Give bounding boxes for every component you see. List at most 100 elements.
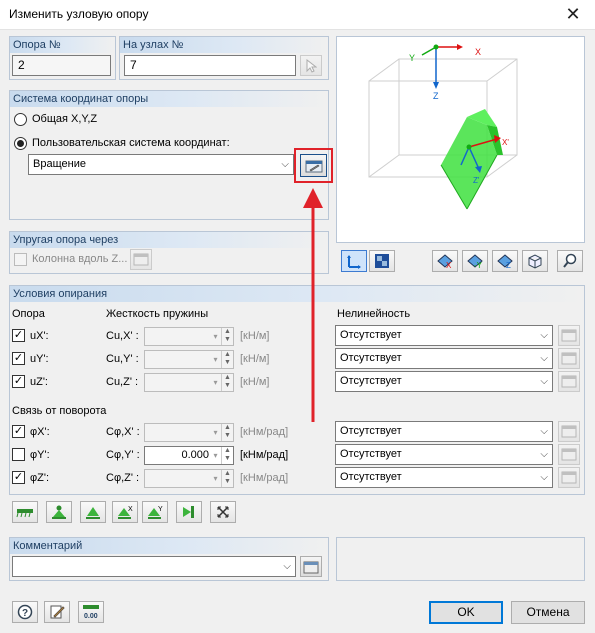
edit-dialog-icon (305, 160, 322, 172)
view-x-button[interactable]: X (432, 250, 458, 272)
display-icon (375, 254, 389, 268)
phix-nonlinearity-dropdown[interactable]: Отсутствует ⌵ (335, 421, 553, 442)
clamped-wall-button[interactable] (176, 501, 202, 523)
uy-stiffness-input[interactable]: ▾ ▲ ▼ (144, 350, 234, 369)
spinner-icon[interactable]: ▲ ▼ (221, 328, 233, 345)
units-text: 0.00 (84, 613, 98, 620)
roller-y-support-button[interactable]: Y (142, 501, 168, 523)
ok-button[interactable]: OK (429, 601, 503, 624)
column-checkbox[interactable] (14, 253, 27, 266)
roller-support-button[interactable] (80, 501, 106, 523)
ux-coef-label: Cu,X' : (106, 330, 139, 342)
spinner-icon[interactable]: ▲ ▼ (221, 374, 233, 391)
local-x-label: X' (502, 138, 509, 147)
elastic-support-label: Упругая опора через (10, 232, 328, 248)
free-support-button[interactable] (210, 501, 236, 523)
phix-label: φX': (30, 426, 50, 438)
comment-group: Комментарий ⌵ (9, 537, 329, 581)
view-z-button[interactable]: Z (492, 250, 518, 272)
phiy-nonlinearity-dropdown[interactable]: Отсутствует ⌵ (335, 444, 553, 465)
phiz-nonlinearity-dropdown[interactable]: Отсутствует ⌵ (335, 467, 553, 488)
coord-system-dropdown[interactable]: Вращение ⌵ (28, 154, 294, 175)
preview-graphic: X Y Z X' Z' (368, 44, 518, 210)
ux-checkbox[interactable]: ✓ (12, 329, 25, 342)
fixed-support-button[interactable] (12, 501, 38, 523)
view-y-icon: -Y (467, 254, 483, 269)
roller-x-support-button[interactable]: X (112, 501, 138, 523)
chevron-down-icon: ⌵ (540, 376, 548, 387)
phiz-nonlinearity-edit-button[interactable] (558, 467, 580, 488)
edit-coord-system-button[interactable] (300, 154, 327, 177)
close-icon[interactable]: ✕ (561, 3, 585, 27)
ux-stiffness-input[interactable]: ▾ ▲ ▼ (144, 327, 234, 346)
edit-notes-button[interactable] (44, 601, 70, 623)
units-button[interactable]: 0.00 (78, 601, 104, 623)
phix-checkbox[interactable]: ✓ (12, 425, 25, 438)
uy-checkbox[interactable]: ✓ (12, 352, 25, 365)
uy-nonlinearity-edit-button[interactable] (558, 348, 580, 369)
phix-nonlinearity-edit-button[interactable] (558, 421, 580, 442)
coord-system-group: Система координат опоры Общая X,Y,Z Поль… (9, 90, 333, 220)
phiy-nonlinearity-edit-button[interactable] (558, 444, 580, 465)
comment-dropdown[interactable]: ⌵ (12, 556, 296, 577)
pick-node-button[interactable] (300, 55, 322, 76)
chevron-down-icon: ⌵ (540, 330, 548, 341)
uz-nonlinearity-dropdown[interactable]: Отсутствует ⌵ (335, 371, 553, 392)
phiy-label: φY': (30, 449, 50, 461)
uz-stiffness-input[interactable]: ▾ ▲ ▼ (144, 373, 234, 392)
phiy-checkbox[interactable] (12, 448, 25, 461)
uy-label: uY': (30, 353, 49, 365)
spinner-icon[interactable]: ▲ ▼ (221, 470, 233, 487)
support-number-field[interactable]: 2 (12, 55, 111, 76)
chevron-down-icon: ⌵ (540, 449, 548, 460)
spinner-icon[interactable]: ▲ ▼ (221, 447, 233, 464)
phiy-stiffness-value: 0.000 (181, 449, 209, 461)
uz-checkbox[interactable]: ✓ (12, 375, 25, 388)
display-toggle-button[interactable] (369, 250, 395, 272)
axis-x-label: X (475, 47, 481, 57)
hinged-support-icon (52, 505, 66, 519)
isometric-view-button[interactable] (522, 250, 548, 272)
zoom-button[interactable] (557, 250, 583, 272)
phix-stiffness-input[interactable]: ▾ ▲ ▼ (144, 423, 234, 442)
svg-text:X: X (128, 506, 133, 513)
roller-y-support-icon: Y (148, 506, 163, 519)
3d-preview[interactable]: X Y Z X' Z' (336, 36, 585, 243)
comment-side-panel (336, 537, 585, 581)
phiy-stiffness-input[interactable]: 0.000 ▾ ▲ ▼ (144, 446, 234, 465)
global-coords-radio[interactable] (14, 113, 27, 126)
view-y-button[interactable]: -Y (462, 250, 488, 272)
support-solid (440, 109, 503, 210)
phiy-coef-label: Cφ,Y' : (106, 449, 140, 461)
uz-nonlinearity-edit-button[interactable] (558, 371, 580, 392)
spinner-icon[interactable]: ▲ ▼ (221, 424, 233, 441)
phiz-checkbox[interactable]: ✓ (12, 471, 25, 484)
column-edit-button[interactable] (130, 249, 152, 270)
title-bar: Изменить узловую опору ✕ (0, 0, 595, 30)
phiz-stiffness-input[interactable]: ▾ ▲ ▼ (144, 469, 234, 488)
phiy-nonlinearity-value: Отсутствует (340, 448, 402, 460)
ux-nonlinearity-edit-button[interactable] (558, 325, 580, 346)
phiy-unit: [кНм/рад] (240, 449, 289, 461)
view-z-icon: Z (497, 254, 513, 269)
col-nonlinearity-label: Нелинейность (337, 308, 411, 320)
edit-dialog-icon (561, 448, 577, 461)
svg-text:Z: Z (506, 261, 511, 269)
uy-nonlinearity-dropdown[interactable]: Отсутствует ⌵ (335, 348, 553, 369)
units-icon: 0.00 (83, 605, 99, 620)
spinner-icon[interactable]: ▲ ▼ (221, 351, 233, 368)
axes-toggle-button[interactable] (341, 250, 367, 272)
comment-edit-button[interactable] (300, 556, 322, 577)
user-coords-radio[interactable] (14, 137, 27, 150)
col-support-label: Опора (12, 308, 45, 320)
uz-label: uZ': (30, 376, 48, 388)
elastic-support-group: Упругая опора через Колонна вдоль Z... (9, 231, 329, 274)
ux-nonlinearity-dropdown[interactable]: Отсутствует ⌵ (335, 325, 553, 346)
help-button[interactable]: ? (12, 601, 38, 623)
cancel-button[interactable]: Отмена (511, 601, 585, 624)
nodes-number-field[interactable]: 7 (124, 55, 296, 76)
edit-notes-icon (50, 605, 65, 619)
edit-dialog-icon (561, 352, 577, 365)
column-label: Колонна вдоль Z... (32, 253, 128, 265)
hinged-support-button[interactable] (46, 501, 72, 523)
